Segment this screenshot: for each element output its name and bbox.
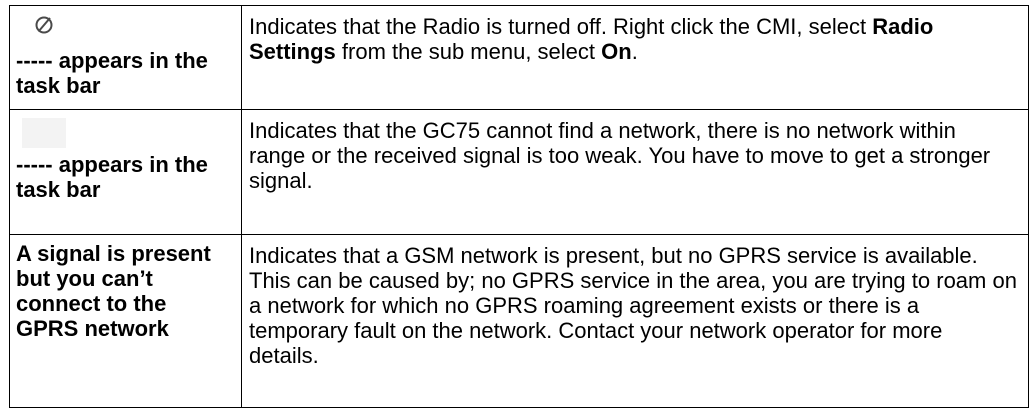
table-row: ----- appears in the task bar Indicates … <box>9 5 1029 110</box>
on-label: On <box>601 39 632 64</box>
symptom-cell: ----- appears in the task bar <box>9 5 242 110</box>
troubleshooting-table: ----- appears in the task bar Indicates … <box>9 5 1029 408</box>
table-row: ----- appears in the task bar Indicates … <box>9 109 1029 235</box>
description-cell: Indicates that the GC75 cannot find a ne… <box>241 109 1029 235</box>
description-text: Indicates that the GC75 cannot find a ne… <box>249 118 991 193</box>
symptom-cell: ----- appears in the task bar <box>9 109 242 235</box>
symptom-dashes: ----- <box>16 48 53 73</box>
symptom-dashes: ----- <box>16 152 53 177</box>
description-cell: Indicates that the Radio is turned off. … <box>241 5 1029 110</box>
blank-signal-icon <box>22 118 66 148</box>
description-text: . <box>631 39 638 64</box>
symptom-label: A signal is present but you can’t connec… <box>16 241 211 341</box>
radio-off-icon <box>34 14 64 44</box>
symptom-cell: A signal is present but you can’t connec… <box>9 234 242 408</box>
description-cell: Indicates that a GSM network is present,… <box>241 234 1029 408</box>
table-row: A signal is present but you can’t connec… <box>9 234 1029 408</box>
description-text: from the sub menu, select <box>335 39 602 64</box>
description-text: Indicates that the Radio is turned off. … <box>249 14 873 39</box>
description-text: Indicates that a GSM network is present,… <box>249 243 1017 368</box>
